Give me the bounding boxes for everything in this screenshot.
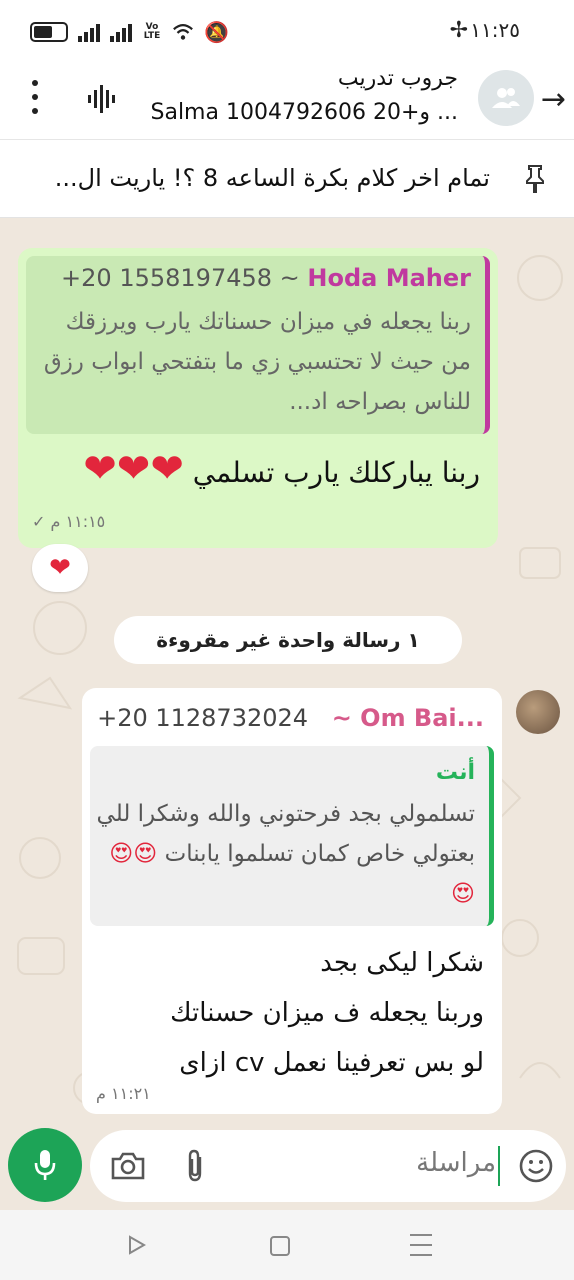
sender-phone: +20 1128732024 xyxy=(97,704,309,732)
message-timestamp: ١١:٢١ م xyxy=(96,1084,151,1103)
reaction-heart[interactable]: ❤ xyxy=(32,544,88,592)
chat-area: +20 1558197458 ~ Hoda Maher ربنا يجعله ف… xyxy=(0,218,574,1128)
nav-recent-icon[interactable] xyxy=(410,1234,432,1256)
message-line: شكرا ليكى بجد xyxy=(320,948,484,978)
fan-icon: ✢ xyxy=(449,18,468,43)
message-text: ربنا يباركلك يارب تسلمي ❤❤❤ xyxy=(83,446,480,492)
message-line: وربنا يجعله ف ميزان حسناتك xyxy=(170,998,484,1028)
group-title[interactable]: جروب تدريب xyxy=(338,66,458,91)
back-arrow-icon[interactable]: → xyxy=(541,82,566,117)
wifi-icon xyxy=(173,24,193,40)
outgoing-message[interactable]: +20 1558197458 ~ Hoda Maher ربنا يجعله ف… xyxy=(18,248,498,548)
status-bar: Vo LTE 🔕 ✢ ١١:٢٥ xyxy=(0,0,574,62)
sent-tick-icon: ✓ xyxy=(32,512,46,531)
quote-author: +20 1558197458 ~ Hoda Maher xyxy=(61,264,471,292)
nav-home-icon[interactable] xyxy=(270,1236,290,1256)
group-members[interactable]: Salma و+20 1004792606 ... xyxy=(98,100,459,125)
text-caret xyxy=(498,1146,500,1186)
camera-icon[interactable] xyxy=(110,1150,146,1182)
message-input-bar[interactable]: مراسلة xyxy=(90,1130,566,1202)
quote-author-phone: +20 1558197458 ~ xyxy=(61,264,300,292)
chat-header: → جروب تدريب Salma و+20 1004792606 ... xyxy=(0,62,574,140)
mic-icon xyxy=(34,1150,56,1180)
message-line: لو بس تعرفينا نعمل cv ازاى xyxy=(179,1048,484,1078)
quote-author-name: Hoda Maher xyxy=(307,264,471,292)
message-time: ✓ ١١:١٥ م xyxy=(32,512,105,531)
mic-button[interactable] xyxy=(8,1128,82,1202)
volte-indicator: Vo LTE xyxy=(143,22,161,41)
quote-author: أنت xyxy=(435,760,475,785)
nav-back-icon[interactable] xyxy=(126,1234,148,1256)
message-input[interactable]: مراسلة xyxy=(416,1148,496,1178)
incoming-message[interactable]: +20 1128732024 ~ Om Bai... أنت تسلمولي ب… xyxy=(82,688,502,1114)
message-timestamp: ١١:١٥ م xyxy=(50,512,106,531)
sender-avatar[interactable] xyxy=(516,690,560,734)
emoji-icon[interactable] xyxy=(518,1148,554,1184)
quote-text: تسلمولي بجد فرحتوني والله وشكرا للي بعتو… xyxy=(95,794,475,914)
pinned-text: تمام اخر كلام بكرة الساعه 8 ؟! ياريت ال.… xyxy=(54,164,490,192)
hearts-emoji: ❤❤❤ xyxy=(83,446,188,492)
menu-dots-icon[interactable] xyxy=(30,80,40,114)
quote-text: ربنا يجعله في ميزان حسناتك يارب ويرزقك م… xyxy=(43,309,471,415)
battery-icon xyxy=(30,22,68,42)
status-icons: Vo LTE 🔕 xyxy=(30,20,229,44)
sender-info: +20 1128732024 ~ Om Bai... xyxy=(97,704,484,732)
signal-icon xyxy=(78,22,100,42)
group-avatar-icon[interactable] xyxy=(478,70,534,126)
message-body: ربنا يباركلك يارب تسلمي xyxy=(192,456,480,489)
system-nav-bar xyxy=(0,1210,574,1280)
quoted-message[interactable]: +20 1558197458 ~ Hoda Maher ربنا يجعله ف… xyxy=(26,256,490,434)
attach-icon[interactable] xyxy=(182,1148,208,1184)
voice-call-icon[interactable] xyxy=(86,82,120,116)
quoted-message[interactable]: أنت تسلمولي بجد فرحتوني والله وشكرا للي … xyxy=(90,746,494,926)
mute-icon: 🔕 xyxy=(204,20,229,44)
pinned-message[interactable]: تمام اخر كلام بكرة الساعه 8 ؟! ياريت ال.… xyxy=(0,140,574,218)
message-text: شكرا ليكى بجد وربنا يجعله ف ميزان حسناتك… xyxy=(94,938,484,1088)
sender-name: ~ Om Bai... xyxy=(331,704,484,732)
unread-divider: ١ رسالة واحدة غير مقروءة xyxy=(114,616,462,664)
pin-icon xyxy=(526,165,544,193)
status-time: ١١:٢٥ xyxy=(470,18,520,42)
signal-icon-2 xyxy=(110,22,132,42)
